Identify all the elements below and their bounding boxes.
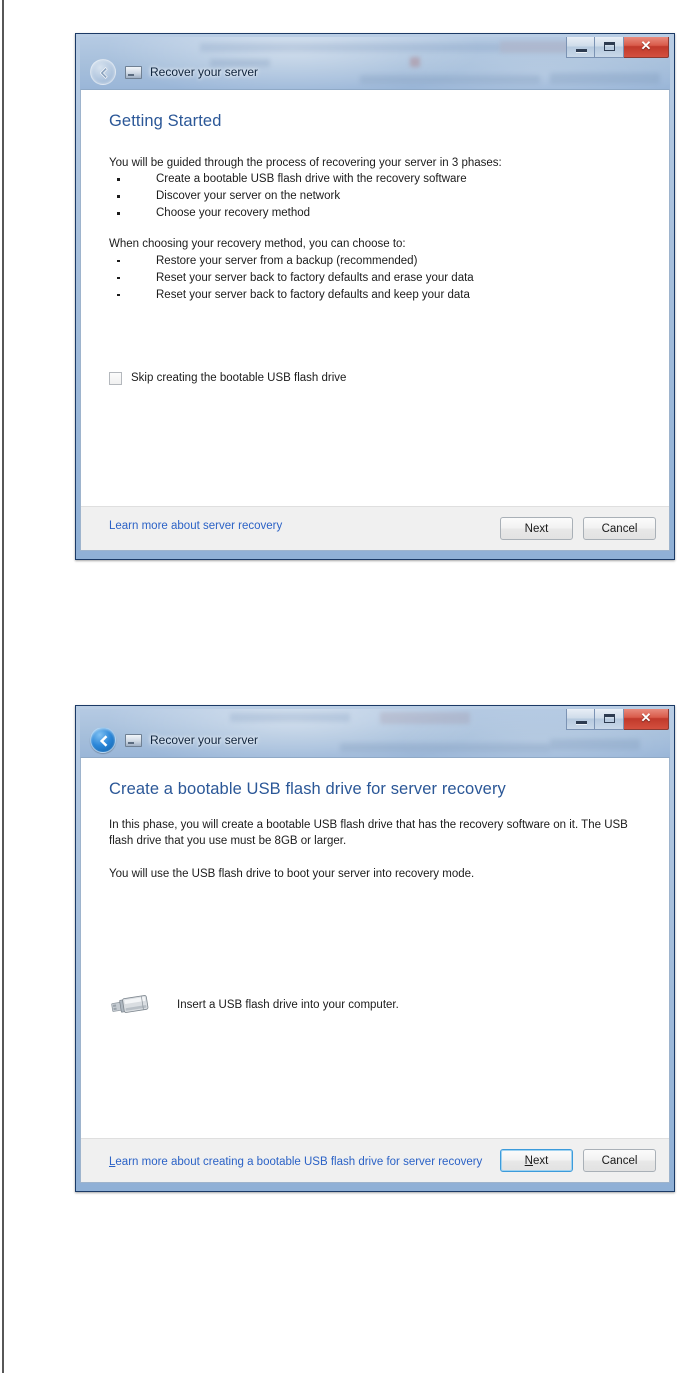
desktop-bleed-through [550,73,660,84]
server-icon [125,733,142,747]
server-icon [125,65,142,79]
desktop-bleed-through [380,712,470,724]
minimize-button[interactable] [566,709,595,730]
usb-flash-drive-icon [111,995,149,1013]
desktop-bleed-through [200,43,500,52]
desktop-bleed-through [230,713,350,722]
insert-usb-row: Insert a USB flash drive into your compu… [109,990,641,1020]
list-item: Discover your server on the network [109,188,641,205]
next-button-label: ext [532,1154,549,1167]
title-bar[interactable]: ✕ Recover your server [80,37,670,89]
list-item: Choose your recovery method [109,205,641,222]
recovery-wizard-window-getting-started: ✕ Recover your server Getting Started Yo… [75,33,675,560]
close-button[interactable]: ✕ [624,37,669,58]
skip-usb-checkbox-label: Skip creating the bootable USB flash dri… [131,372,347,385]
client-area: Create a bootable USB flash drive for se… [80,757,670,1183]
list-item: Create a bootable USB flash drive with t… [109,171,641,188]
learn-more-link-text: earn more about creating a bootable USB … [115,1156,483,1168]
minimize-button[interactable] [566,37,595,58]
list-item: Reset your server back to factory defaul… [109,287,641,304]
window-title: Recover your server [150,65,259,79]
learn-more-link[interactable]: Learn more about server recovery [109,520,282,532]
back-button[interactable] [90,59,116,85]
skip-usb-checkbox-row[interactable]: Skip creating the bootable USB flash dri… [109,371,641,385]
desktop-bleed-through [340,743,550,752]
recovery-wizard-window-create-usb: ✕ Recover your server Create a bootable … [75,705,675,1192]
maximize-button[interactable] [595,37,624,58]
intro-text: You will be guided through the process o… [109,157,502,169]
cancel-button[interactable]: Cancel [583,517,656,540]
window-title: Recover your server [150,733,259,747]
close-button[interactable]: ✕ [624,709,669,730]
page-title: Getting Started [109,112,222,130]
desktop-bleed-through [550,739,640,750]
learn-more-link-text: Learn more about server recovery [109,520,283,532]
back-button[interactable] [90,727,116,753]
cancel-button[interactable]: Cancel [583,1149,656,1172]
wizard-content: Getting Started You will be guided throu… [81,90,669,506]
list-item: Restore your server from a backup (recom… [109,253,641,270]
client-area: Getting Started You will be guided throu… [80,89,670,551]
wizard-content: Create a bootable USB flash drive for se… [81,758,669,1138]
close-icon: ✕ [640,38,652,53]
methods-list: Restore your server from a backup (recom… [109,253,641,304]
paragraph-2: You will use the USB flash drive to boot… [109,867,475,880]
caption-buttons: ✕ [566,37,669,58]
close-icon: ✕ [640,710,652,725]
phases-list: Create a bootable USB flash drive with t… [109,171,641,222]
title-bar[interactable]: ✕ Recover your server [80,709,670,757]
caption-buttons: ✕ [566,709,669,730]
paragraph-1: In this phase, you will create a bootabl… [109,819,628,848]
methods-intro-text: When choosing your recovery method, you … [109,238,406,251]
list-item: Reset your server back to factory defaul… [109,270,641,287]
skip-usb-checkbox[interactable] [109,371,122,385]
page-edge-line [2,0,4,1373]
next-button-label: Next [524,522,549,535]
desktop-bleed-through [410,57,420,67]
next-button[interactable]: Next [500,517,573,540]
navigation-row: Recover your server [90,727,258,753]
learn-more-link[interactable]: Learn more about creating a bootable USB… [109,1156,482,1168]
maximize-button[interactable] [595,709,624,730]
navigation-row: Recover your server [90,59,258,85]
next-button-accel: N [524,1154,533,1167]
page-title: Create a bootable USB flash drive for se… [109,780,506,798]
back-arrow-icon [99,735,108,747]
next-button[interactable]: Next [500,1149,573,1172]
insert-usb-label: Insert a USB flash drive into your compu… [177,998,399,1011]
cancel-button-label: Cancel [601,1154,638,1167]
desktop-bleed-through [360,75,540,84]
cancel-button-label: Cancel [601,522,638,535]
back-arrow-icon [99,67,108,79]
